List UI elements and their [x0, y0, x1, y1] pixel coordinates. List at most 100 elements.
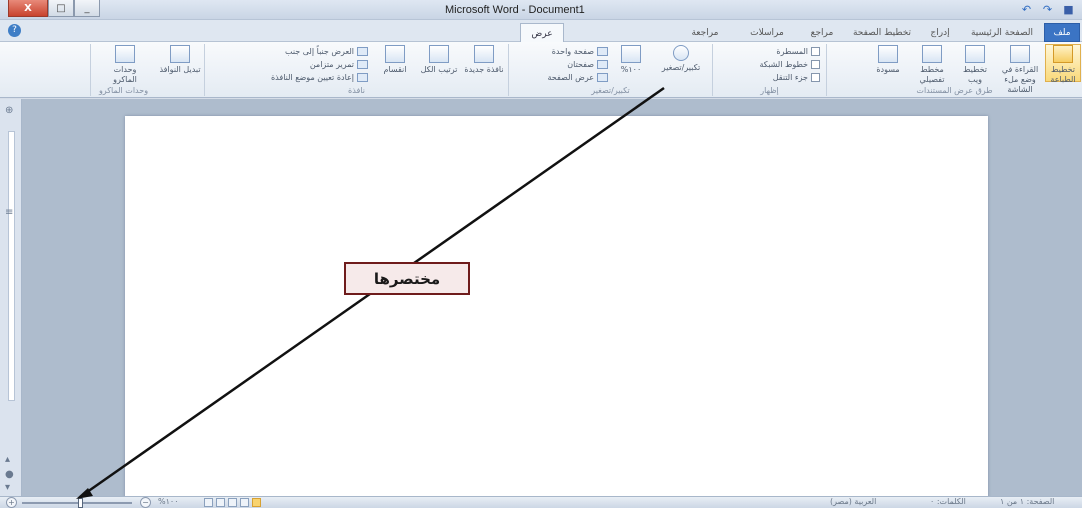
- two-pages-button[interactable]: صفحتان: [567, 60, 608, 69]
- ruler-track: [8, 131, 15, 401]
- zoom-in-button[interactable]: +: [6, 497, 17, 508]
- help-icon[interactable]: ?: [8, 24, 21, 37]
- zoom-out-button[interactable]: −: [140, 497, 151, 508]
- tab-mailings[interactable]: مراسلات: [736, 23, 798, 42]
- nav-pane-label: جزء التنقل: [772, 73, 808, 82]
- gridlines-checkbox[interactable]: خطوط الشبكة: [759, 60, 820, 69]
- print-view-icon[interactable]: [252, 498, 261, 507]
- zoom-label: تكبير/تصغير: [661, 63, 701, 72]
- zoom-button[interactable]: تكبير/تصغير: [653, 45, 709, 73]
- web-layout-button[interactable]: تخطيط ويب: [955, 45, 995, 85]
- group-zoom: تكبير/تصغير %١٠٠ صفحة واحدة صفحتان عرض ا…: [508, 44, 712, 96]
- split-label: انقسام: [383, 65, 407, 74]
- zoom-100-button[interactable]: %١٠٠: [613, 45, 649, 75]
- tab-home[interactable]: الصفحة الرئيسية: [962, 23, 1042, 42]
- group-show: المسطرة خطوط الشبكة جزء التنقل إظهار: [712, 44, 826, 96]
- switch-windows-label: تبديل النوافذ: [159, 65, 201, 74]
- nav-pane-check-icon: [811, 73, 820, 82]
- group-macros: وحدات الماكرو وحدات الماكرو: [90, 44, 156, 96]
- new-window-label: نافذة جديدة: [464, 65, 504, 74]
- window-controls: X □ _: [8, 0, 100, 18]
- group-label-show: إظهار: [760, 86, 779, 95]
- arrange-all-button[interactable]: ترتيب الكل: [419, 45, 459, 75]
- arrange-all-icon: [429, 45, 449, 63]
- macros-button[interactable]: وحدات الماكرو: [103, 45, 147, 85]
- web-layout-label: تخطيط ويب: [963, 65, 987, 84]
- outline-icon: [922, 45, 942, 63]
- nav-pane-checkbox[interactable]: جزء التنقل: [773, 73, 820, 82]
- group-label-document-views: طرق عرض المستندات: [916, 86, 993, 95]
- sync-scroll-button[interactable]: تمرير متزامن: [310, 60, 368, 69]
- ribbon-view: تخطيط الطباعة القراءة في وضع ملء الشاشة …: [0, 42, 1082, 98]
- title-bar: X □ _ Microsoft Word - Document1 ↶ ↷ ■: [0, 0, 1082, 20]
- side-by-side-icon: [357, 47, 368, 56]
- print-layout-icon: [1053, 45, 1073, 63]
- page-count[interactable]: الصفحة: ١ من ١: [1000, 497, 1054, 506]
- switch-windows-icon: [170, 45, 190, 63]
- macros-label: وحدات الماكرو: [113, 65, 137, 84]
- page-width-icon: [597, 73, 608, 82]
- ruler-toggle-icon[interactable]: ⊕: [5, 105, 13, 116]
- tab-page-layout[interactable]: تخطيط الصفحة: [846, 23, 918, 42]
- tab-insert[interactable]: إدراج: [920, 23, 960, 42]
- document-page[interactable]: [125, 116, 988, 502]
- split-icon: [385, 45, 405, 63]
- page-width-button[interactable]: عرض الصفحة: [547, 73, 608, 82]
- vertical-ruler: ⊕ ≡ ▴ ● ▾: [0, 99, 22, 496]
- tab-references[interactable]: مراجع: [800, 23, 844, 42]
- sync-scroll-icon: [357, 60, 368, 69]
- ruler-label: المسطرة: [776, 47, 808, 56]
- zoom-slider[interactable]: [22, 502, 132, 504]
- print-layout-button[interactable]: تخطيط الطباعة: [1045, 44, 1081, 84]
- switch-windows-button[interactable]: تبديل النوافذ: [159, 45, 201, 75]
- side-by-side-label: العرض جنباً إلى جنب: [285, 47, 354, 56]
- page-width-label: عرض الصفحة: [547, 73, 595, 82]
- ribbon-tabs: ملف الصفحة الرئيسية إدراج تخطيط الصفحة م…: [0, 20, 1082, 43]
- zoom-slider-thumb[interactable]: [78, 498, 83, 508]
- draft-view-icon[interactable]: [204, 498, 213, 507]
- one-page-button[interactable]: صفحة واحدة: [552, 47, 608, 56]
- draft-label: مسودة: [876, 65, 900, 74]
- draft-button[interactable]: مسودة: [867, 45, 909, 75]
- maximize-button[interactable]: □: [48, 0, 74, 17]
- new-window-button[interactable]: نافذة جديدة: [463, 45, 505, 75]
- browse-object-icon[interactable]: ●: [5, 469, 14, 480]
- reset-position-button[interactable]: إعادة تعيين موضع النافذة: [271, 73, 368, 82]
- redo-icon[interactable]: ↷: [1040, 2, 1055, 17]
- minimize-button[interactable]: _: [74, 0, 100, 17]
- undo-icon[interactable]: ↶: [1019, 2, 1034, 17]
- gridlines-label: خطوط الشبكة: [759, 60, 809, 69]
- reading-view-icon[interactable]: [240, 498, 249, 507]
- one-page-label: صفحة واحدة: [551, 47, 594, 56]
- callout-text: مختصرها: [373, 269, 441, 288]
- close-button[interactable]: X: [8, 0, 48, 17]
- web-layout-icon: [965, 45, 985, 63]
- ruler-checkbox[interactable]: المسطرة: [776, 47, 820, 56]
- outline-button[interactable]: مخطط تفصيلي: [911, 45, 953, 85]
- quick-access-toolbar: ↶ ↷ ■: [1019, 2, 1076, 17]
- word-count[interactable]: الكلمات: ٠: [930, 497, 966, 506]
- ruler-check-icon: [811, 47, 820, 56]
- app-title: Microsoft Word - Document1: [445, 4, 585, 16]
- group-label-macros: وحدات الماكرو: [98, 86, 149, 95]
- split-button[interactable]: انقسام: [375, 45, 415, 75]
- tab-view[interactable]: عرض: [520, 23, 564, 43]
- group-label-window: نافذة: [348, 86, 365, 95]
- outline-view-icon[interactable]: [216, 498, 225, 507]
- reset-position-icon: [357, 73, 368, 82]
- one-page-icon: [597, 47, 608, 56]
- status-bar: + − %١٠٠ العربية (مصر) الكلمات: ٠ الصفحة…: [0, 496, 1082, 508]
- scroll-next-icon[interactable]: ▾: [5, 482, 10, 493]
- side-by-side-button[interactable]: العرض جنباً إلى جنب: [285, 47, 368, 56]
- gridlines-check-icon: [811, 60, 820, 69]
- two-pages-label: صفحتان: [567, 60, 594, 69]
- zoom-percent[interactable]: %١٠٠: [158, 497, 179, 506]
- tab-file[interactable]: ملف: [1044, 23, 1080, 42]
- tab-review[interactable]: مراجعة: [676, 23, 734, 42]
- language-status[interactable]: العربية (مصر): [830, 497, 876, 506]
- scroll-prev-icon[interactable]: ▴: [5, 454, 10, 465]
- print-layout-label: تخطيط الطباعة: [1050, 65, 1076, 84]
- web-view-icon[interactable]: [228, 498, 237, 507]
- save-icon[interactable]: ■: [1061, 2, 1076, 17]
- group-document-views: تخطيط الطباعة القراءة في وضع ملء الشاشة …: [826, 44, 1082, 96]
